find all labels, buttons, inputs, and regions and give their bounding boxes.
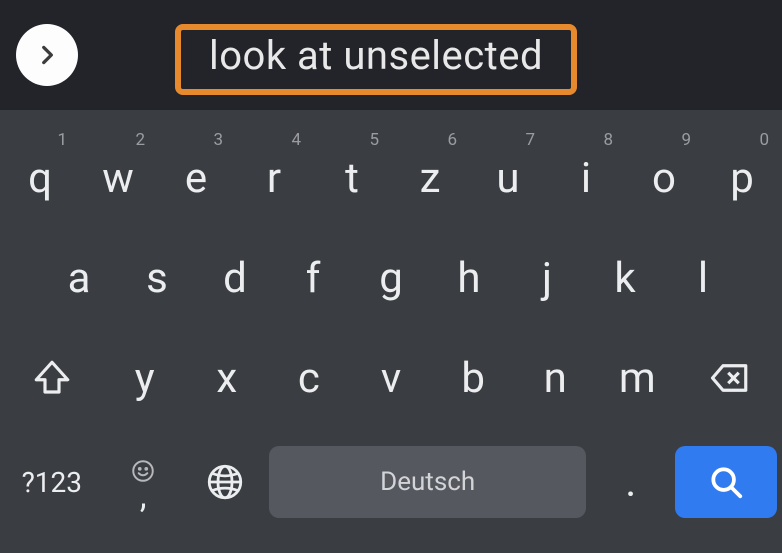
period-key[interactable]: . (590, 428, 671, 536)
suggestion-primary[interactable]: look at unselected (209, 32, 543, 79)
key-k[interactable]: k (586, 228, 664, 328)
backspace-key[interactable] (678, 328, 781, 428)
key-f[interactable]: f (274, 228, 352, 328)
keyboard-row-1: 1q 2w 3e 4r 5t 6z 7u 8i 9o 0p (0, 128, 782, 228)
key-i[interactable]: 8i (547, 128, 625, 228)
suggestion-bar: look at unselected (0, 0, 782, 110)
key-n[interactable]: n (514, 328, 596, 428)
chevron-right-icon (34, 42, 60, 68)
key-s[interactable]: s (118, 228, 196, 328)
search-icon (707, 463, 745, 501)
backspace-icon (709, 357, 751, 399)
key-a[interactable]: a (40, 228, 118, 328)
key-z[interactable]: 6z (391, 128, 469, 228)
key-b[interactable]: b (432, 328, 514, 428)
key-x[interactable]: x (186, 328, 268, 428)
space-key[interactable]: Deutsch (265, 428, 590, 536)
key-q[interactable]: 1q (1, 128, 79, 228)
key-v[interactable]: v (350, 328, 432, 428)
key-e[interactable]: 3e (157, 128, 235, 228)
key-h[interactable]: h (430, 228, 508, 328)
key-m[interactable]: m (596, 328, 678, 428)
globe-icon (204, 461, 246, 503)
key-r[interactable]: 4r (235, 128, 313, 228)
shift-key[interactable] (1, 328, 104, 428)
key-j[interactable]: j (508, 228, 586, 328)
key-g[interactable]: g (352, 228, 430, 328)
key-l[interactable]: l (664, 228, 742, 328)
key-c[interactable]: c (268, 328, 350, 428)
suggestion-highlight: look at unselected (175, 24, 577, 95)
search-key[interactable] (671, 428, 781, 536)
emoji-key[interactable]: , (103, 428, 184, 536)
key-o[interactable]: 9o (625, 128, 703, 228)
keyboard-row-4: ?123 , Deutsch . (0, 428, 782, 536)
key-y[interactable]: y (104, 328, 186, 428)
key-t[interactable]: 5t (313, 128, 391, 228)
keyboard-row-2: a s d f g h j k l (0, 228, 782, 328)
key-p[interactable]: 0p (703, 128, 781, 228)
language-key[interactable] (184, 428, 265, 536)
key-u[interactable]: 7u (469, 128, 547, 228)
keyboard-row-3: y x c v b n m (0, 328, 782, 428)
key-d[interactable]: d (196, 228, 274, 328)
expand-suggestions-button[interactable] (16, 24, 78, 86)
keyboard: 1q 2w 3e 4r 5t 6z 7u 8i 9o 0p a s d f g … (0, 110, 782, 536)
shift-icon (31, 357, 73, 399)
symbols-key[interactable]: ?123 (1, 428, 103, 536)
key-w[interactable]: 2w (79, 128, 157, 228)
